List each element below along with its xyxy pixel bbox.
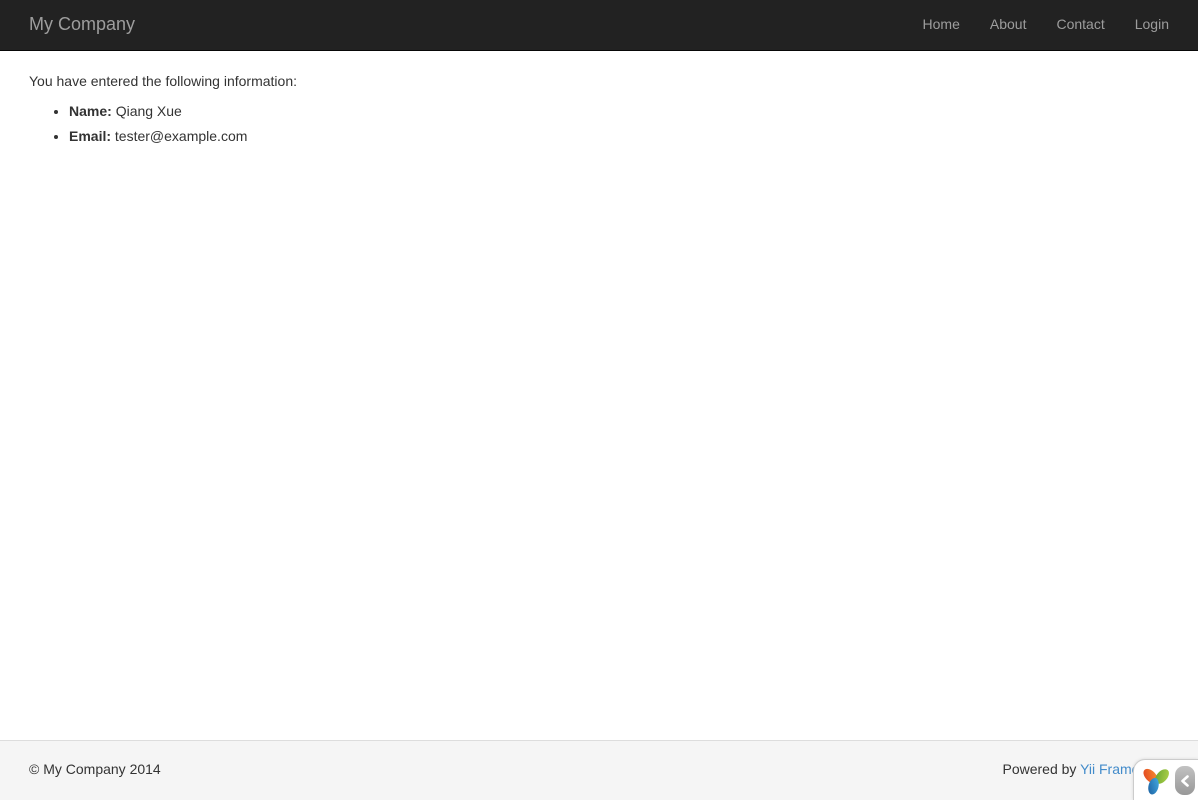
main-content: You have entered the following informati… xyxy=(14,51,1184,740)
nav-item-contact: Contact xyxy=(1041,0,1119,50)
nav-link-home[interactable]: Home xyxy=(908,0,975,50)
nav-link-contact[interactable]: Contact xyxy=(1041,0,1119,50)
footer: © My Company 2014 Powered by Yii Framewo… xyxy=(0,740,1198,800)
debug-toolbar-expand-button[interactable] xyxy=(1175,766,1195,795)
nav-link-login[interactable]: Login xyxy=(1120,0,1184,50)
nav-item-about: About xyxy=(975,0,1042,50)
entry-value-email: tester@example.com xyxy=(115,128,247,144)
intro-text: You have entered the following informati… xyxy=(29,72,1169,92)
navbar: My Company Home About Contact Login xyxy=(0,0,1198,51)
navbar-links: Home About Contact Login xyxy=(908,0,1184,50)
list-item-email: Email: tester@example.com xyxy=(69,127,1169,147)
entry-value-name: Qiang Xue xyxy=(116,103,182,119)
entry-label-email: Email: xyxy=(69,128,111,144)
list-item-name: Name: Qiang Xue xyxy=(69,102,1169,122)
entry-label-name: Name: xyxy=(69,103,112,119)
yii-logo-icon[interactable] xyxy=(1141,767,1172,795)
info-list: Name: Qiang Xue Email: tester@example.co… xyxy=(29,102,1169,147)
chevron-left-icon xyxy=(1180,775,1190,787)
nav-item-home: Home xyxy=(908,0,975,50)
navbar-brand[interactable]: My Company xyxy=(29,12,135,38)
yii-debug-toolbar xyxy=(1133,759,1198,800)
nav-link-about[interactable]: About xyxy=(975,0,1042,50)
copyright-text: © My Company 2014 xyxy=(29,760,161,780)
nav-item-login: Login xyxy=(1120,0,1184,50)
powered-by-prefix: Powered by xyxy=(1002,761,1076,777)
